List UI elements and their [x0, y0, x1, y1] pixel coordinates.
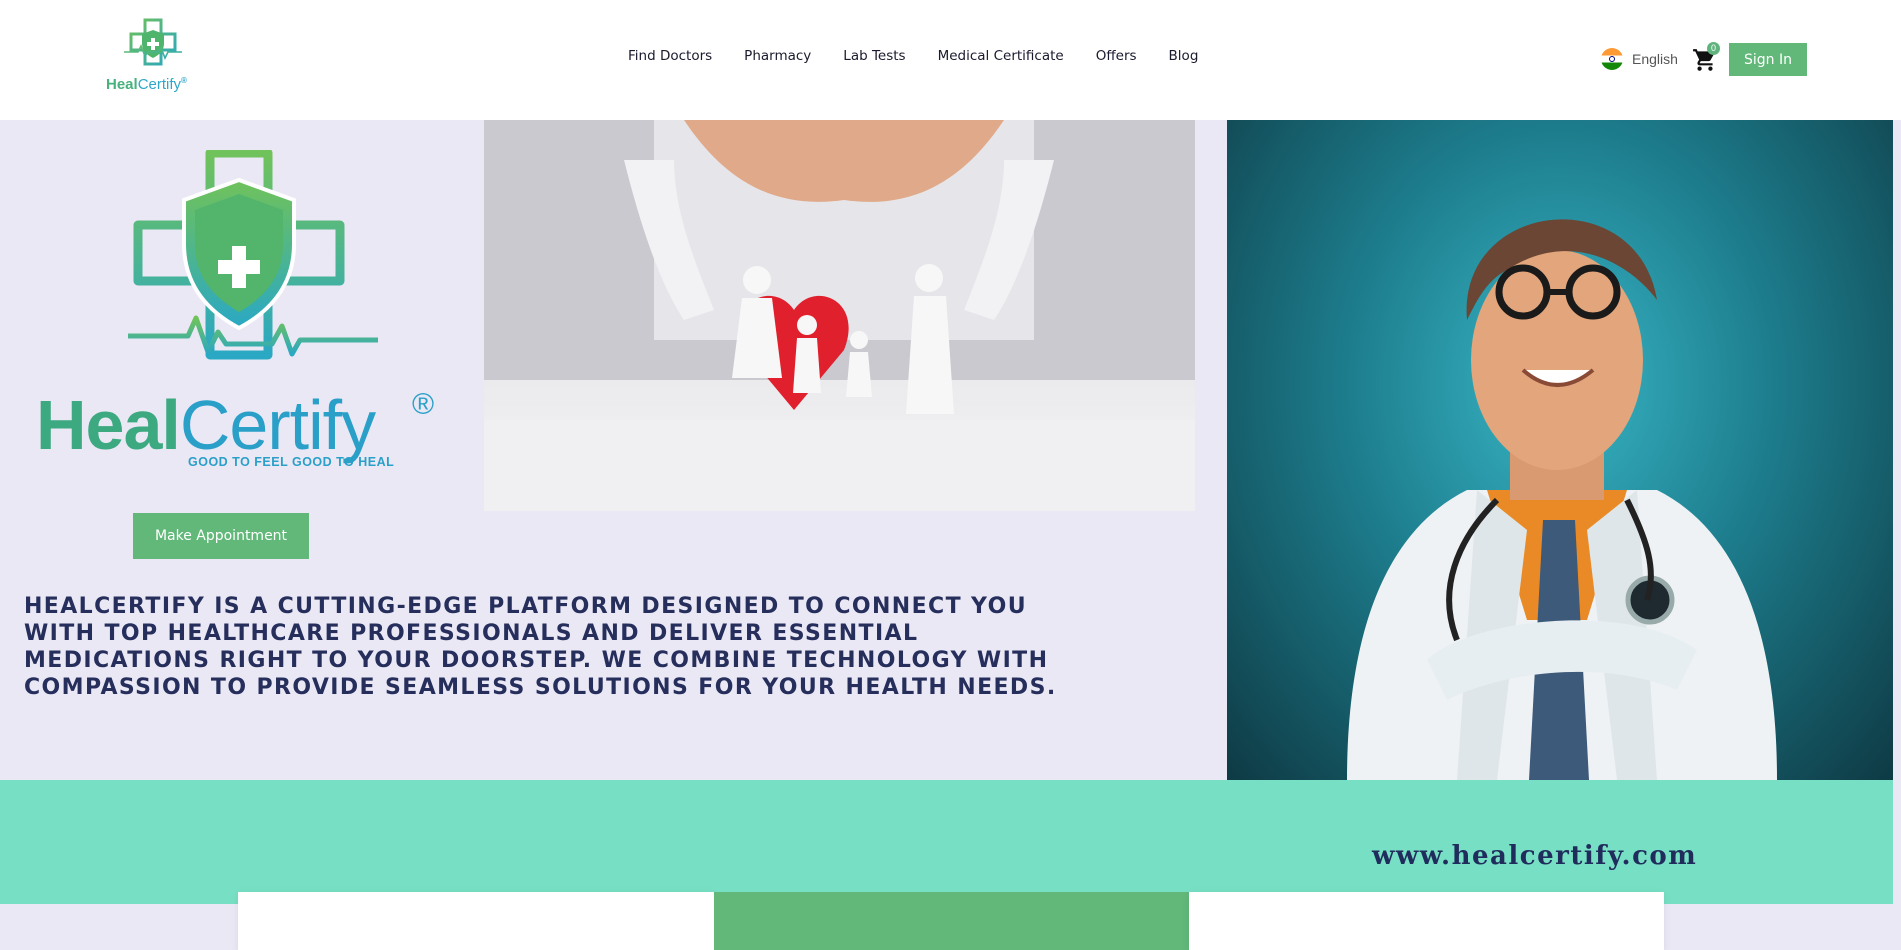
feature-card-center	[714, 892, 1189, 950]
nav-lab-tests[interactable]: Lab Tests	[843, 48, 905, 64]
main-nav: Find Doctors Pharmacy Lab Tests Medical …	[628, 48, 1230, 64]
site-header: HealCertify® Find Doctors Pharmacy Lab T…	[0, 0, 1901, 120]
family-care-illustration	[484, 120, 1195, 511]
india-flag-icon	[1601, 48, 1623, 70]
hero-logo-heal: Heal	[36, 386, 181, 464]
sign-in-button[interactable]: Sign In	[1729, 43, 1807, 76]
nav-offers[interactable]: Offers	[1096, 48, 1137, 64]
brand-heal-text: Heal	[106, 76, 138, 93]
brand-wordmark: HealCertify®	[106, 76, 187, 93]
brand-certify-text: Certify	[137, 76, 182, 93]
feature-card-right	[1189, 892, 1664, 950]
make-appointment-button[interactable]: Make Appointment	[133, 513, 309, 559]
website-url[interactable]: www.healcertify.com	[1372, 841, 1697, 871]
feature-card-left	[238, 892, 714, 950]
cart-count-badge: 0	[1707, 42, 1720, 55]
hero-logo-certify: Certify	[179, 386, 376, 464]
hero-logo-reg: ®	[412, 388, 435, 421]
family-care-photo	[484, 120, 1195, 511]
nav-blog[interactable]: Blog	[1169, 48, 1199, 64]
brand-logo[interactable]: HealCertify®	[104, 18, 204, 98]
brand-reg-mark: ®	[181, 76, 187, 85]
nav-pharmacy[interactable]: Pharmacy	[744, 48, 811, 64]
language-label: English	[1632, 51, 1678, 67]
doctor-avatar-icon	[1347, 219, 1777, 780]
nav-find-doctors[interactable]: Find Doctors	[628, 48, 712, 64]
brand-logo-icon	[124, 18, 182, 66]
mission-statement: HEALCERTIFY IS A CUTTING-EDGE PLATFORM D…	[24, 594, 1057, 700]
hero-logo-tagline: GOOD TO FEEL GOOD TO HEAL	[188, 455, 395, 469]
nav-medical-certificate[interactable]: Medical Certificate	[938, 48, 1064, 64]
language-selector[interactable]: English	[1601, 48, 1678, 70]
doctor-illustration	[1227, 120, 1893, 780]
hero-logo-wordmark: HealCertify	[36, 390, 376, 460]
